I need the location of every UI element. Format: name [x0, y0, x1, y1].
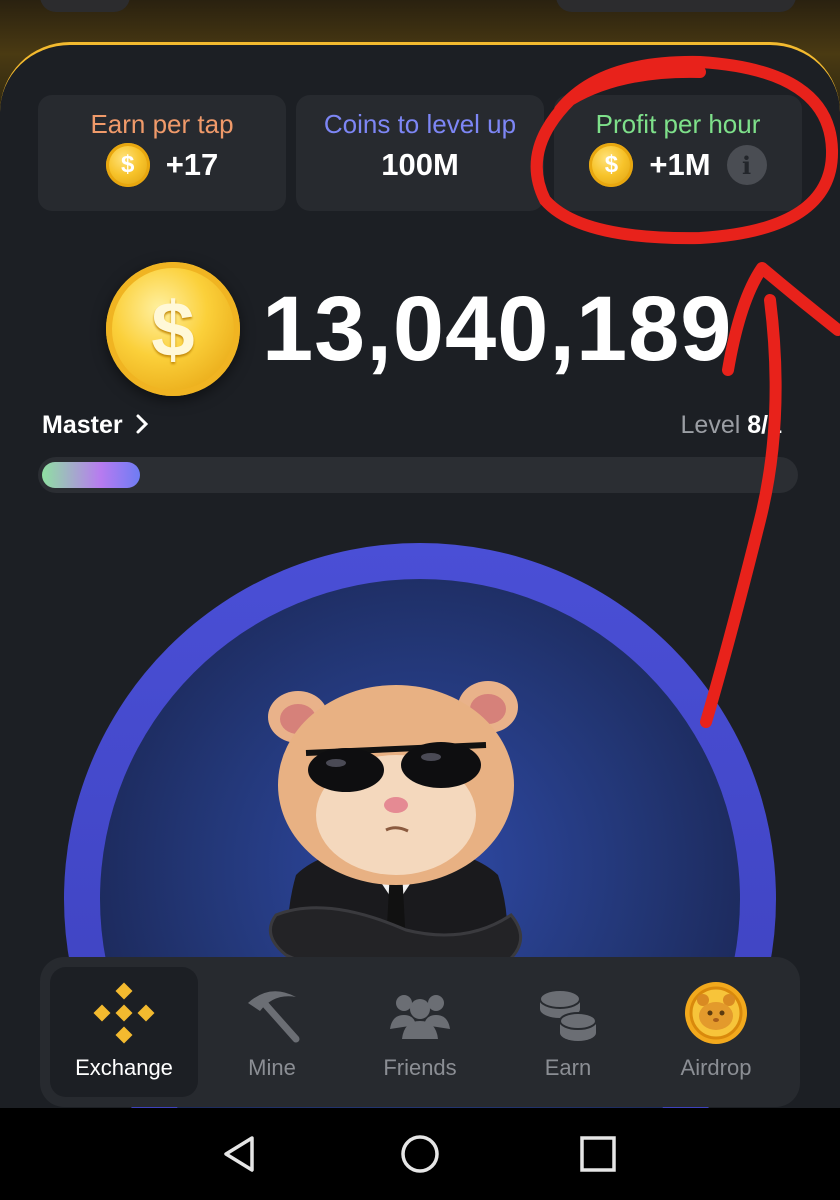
nav-earn-label: Earn	[544, 1055, 592, 1080]
nav-friends-label: Friends	[383, 1055, 457, 1080]
android-nav-bar	[0, 1108, 840, 1200]
info-icon[interactable]: i	[726, 145, 767, 185]
balance-display: $ 13,040,189	[106, 259, 732, 399]
chevron-right-icon	[136, 414, 148, 434]
earn-per-tap-label: Earn per tap	[90, 109, 234, 139]
nav-mine[interactable]: Mine	[198, 967, 346, 1097]
stats-row: Earn per tap $ +17 Coins to level up 100…	[38, 95, 804, 211]
rank-link[interactable]: Master	[42, 411, 150, 440]
nav-mine-label: Mine	[248, 1055, 296, 1080]
nav-airdrop-label: Airdrop	[680, 1055, 752, 1080]
header-button-left[interactable]	[40, 0, 130, 12]
profit-per-hour-card[interactable]: Profit per hour $ +1M i	[554, 95, 802, 211]
level-prefix: Level	[680, 411, 741, 439]
bottom-nav: Exchange Mine Friends Earn Airdrop	[40, 957, 800, 1107]
big-coin-icon: $	[106, 262, 240, 396]
nav-airdrop[interactable]: Airdrop	[642, 967, 790, 1097]
coin-icon: $	[105, 143, 150, 187]
friends-icon	[390, 995, 450, 1039]
profit-per-hour-value: +1M	[649, 147, 711, 182]
level-progress-bar	[38, 457, 798, 493]
main-panel: Earn per tap $ +17 Coins to level up 100…	[0, 42, 840, 1111]
rank-label: Master	[42, 411, 123, 439]
earn-per-tap-card[interactable]: Earn per tap $ +17	[38, 95, 286, 211]
recents-icon[interactable]	[576, 1132, 620, 1176]
level-indicator: Level 8/1	[681, 411, 782, 440]
pickaxe-icon	[248, 991, 300, 1043]
nav-earn[interactable]: Earn	[494, 967, 642, 1097]
coins-to-level-up-label: Coins to level up	[323, 109, 517, 139]
nav-exchange-label: Exchange	[75, 1055, 173, 1080]
coin-icon: $	[589, 143, 634, 187]
earn-per-tap-value: +17	[165, 147, 219, 182]
profit-per-hour-label: Profit per hour	[595, 109, 761, 139]
back-icon[interactable]	[218, 1132, 262, 1176]
coins-to-level-up-value: 100M	[381, 147, 459, 182]
level-row: Master Level 8/1	[42, 411, 802, 447]
hamster-coin-icon	[685, 982, 747, 1044]
coins-to-level-up-card[interactable]: Coins to level up 100M	[296, 95, 544, 211]
home-icon[interactable]	[398, 1132, 442, 1176]
balance-value: 13,040,189	[262, 277, 733, 380]
nav-exchange[interactable]: Exchange	[50, 967, 198, 1097]
coins-stack-icon	[539, 989, 597, 1041]
level-value: 8/1	[747, 411, 782, 439]
nav-friends[interactable]: Friends	[346, 967, 494, 1097]
header-button-right[interactable]	[556, 0, 796, 12]
level-progress-fill	[42, 462, 140, 488]
binance-icon	[93, 982, 155, 1044]
